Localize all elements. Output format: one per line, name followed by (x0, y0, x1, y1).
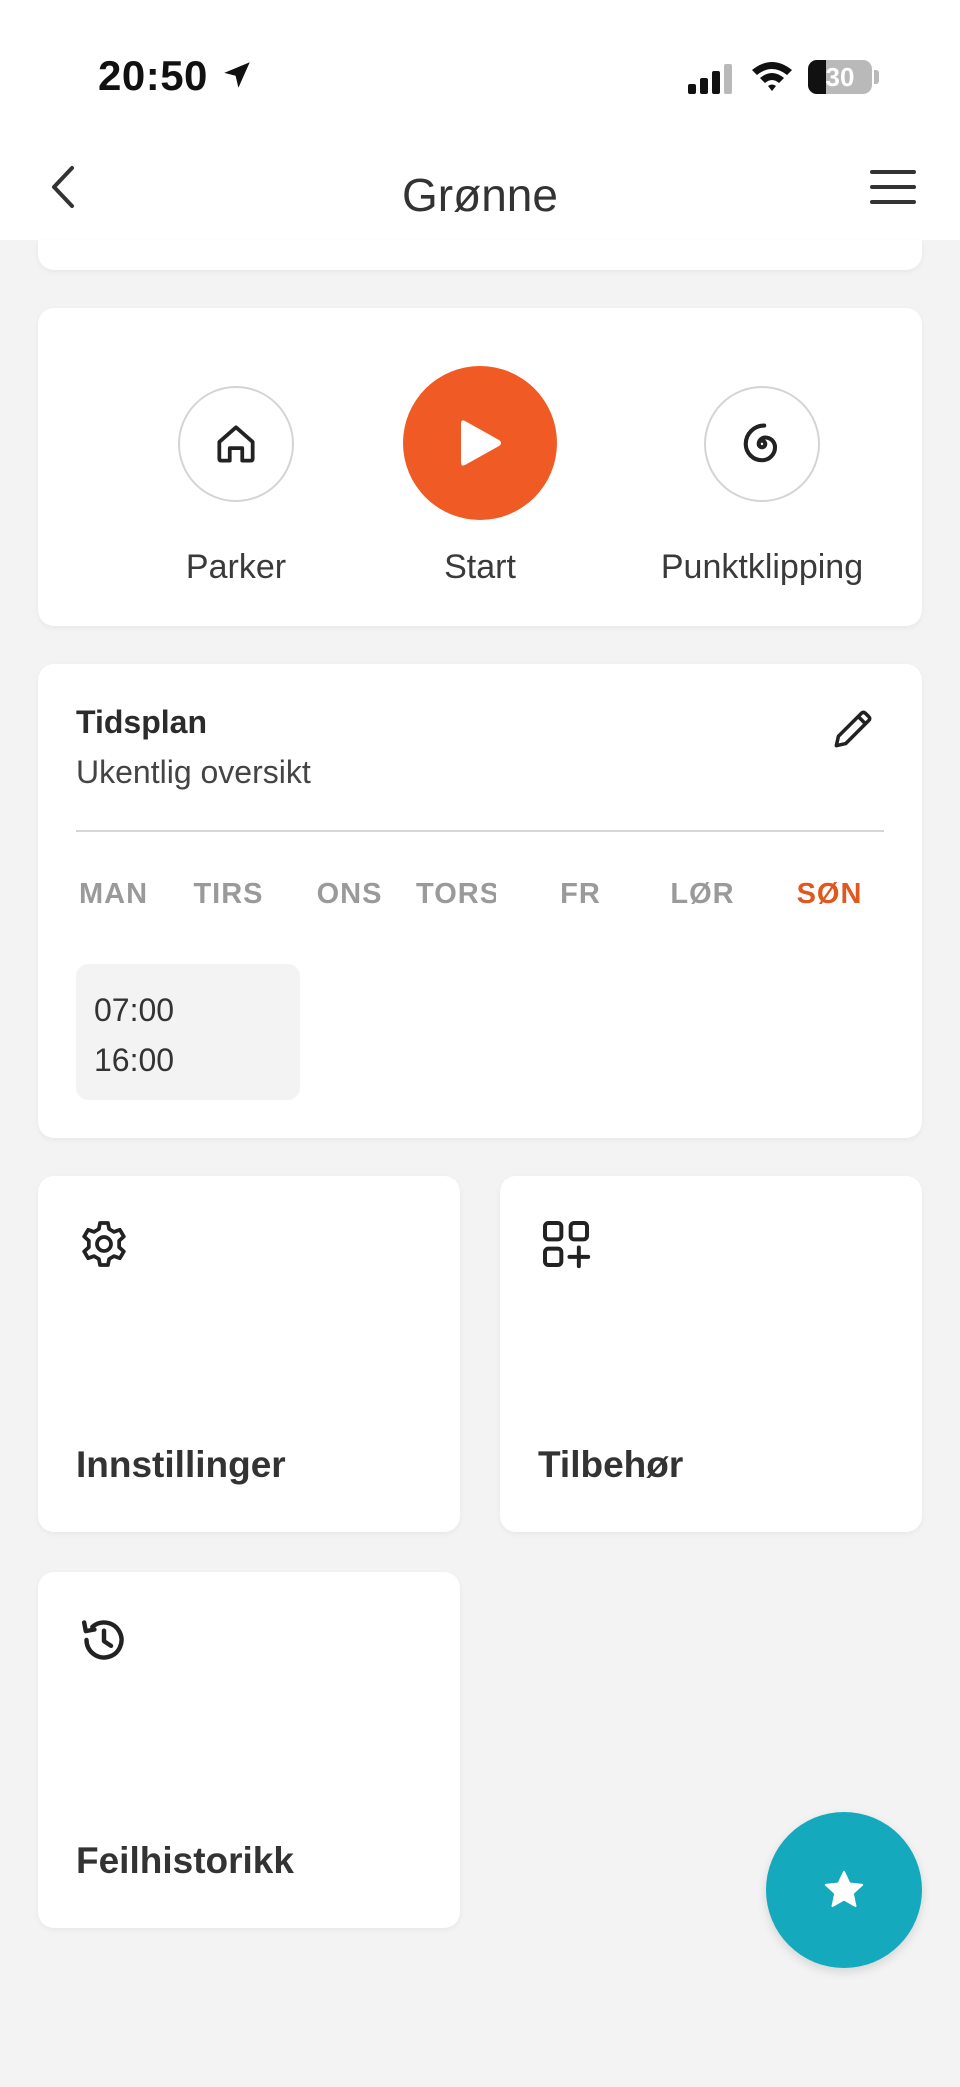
add-widget-icon (543, 1221, 591, 1269)
tab-tuesday[interactable]: TIRS (171, 878, 286, 911)
spiral-icon (743, 423, 778, 463)
status-bar: 20:50 30 (0, 0, 960, 150)
previous-card (38, 240, 922, 270)
battery-level: 30 (825, 62, 855, 92)
tab-wednesday[interactable]: ONS (292, 878, 407, 911)
schedule-title: Tidsplan (76, 704, 207, 740)
tab-sunday[interactable]: SØN (772, 878, 887, 911)
actions-card: Parker Start Punktklipping (38, 308, 922, 626)
settings-label: Innstillinger (76, 1444, 286, 1485)
time-slot[interactable]: 07:00 16:00 (76, 964, 300, 1100)
start-label: Start (444, 548, 516, 586)
spot-cutting-button[interactable] (704, 386, 820, 502)
accessories-label: Tilbehør (538, 1444, 684, 1485)
weekday-tabs: MAN TIRS ONS TORS FR LØR SØN (76, 878, 884, 938)
play-icon (461, 420, 501, 466)
tab-friday[interactable]: FR (523, 878, 638, 911)
start-button[interactable] (403, 366, 557, 520)
home-icon (217, 425, 255, 463)
status-time: 20:50 (98, 52, 208, 99)
error-history-tile[interactable]: Feilhistorikk (38, 1572, 460, 1928)
gear-icon (82, 1221, 126, 1267)
slot-end-time: 16:00 (94, 1042, 175, 1078)
favorite-fab[interactable] (766, 1812, 922, 1968)
page-title: Grønne (402, 169, 558, 221)
tab-saturday[interactable]: LØR (645, 878, 760, 911)
schedule-card[interactable]: Tidsplan Ukentlig oversikt MAN TIRS ONS … (38, 664, 922, 1138)
nav-bar: Grønne (0, 150, 960, 240)
location-arrow-icon (224, 62, 250, 88)
start-action[interactable]: Start (330, 308, 630, 626)
cellular-signal-icon (688, 64, 732, 94)
tab-thursday[interactable]: TORS (416, 878, 496, 911)
schedule-subtitle: Ukentlig oversikt (76, 754, 311, 790)
wifi-icon (752, 62, 792, 91)
menu-button[interactable] (868, 164, 918, 210)
history-icon (81, 1620, 124, 1660)
spot-cutting-label: Punktklipping (660, 548, 864, 586)
error-history-label: Feilhistorikk (76, 1840, 294, 1881)
spot-cutting-action[interactable]: Punktklipping (612, 308, 912, 626)
star-icon (824, 1870, 864, 1908)
battery-icon: 30 (808, 60, 872, 94)
slot-start-time: 07:00 (94, 992, 175, 1028)
accessories-tile[interactable]: Tilbehør (500, 1176, 922, 1532)
settings-tile[interactable]: Innstillinger (38, 1176, 460, 1532)
edit-schedule-button[interactable] (828, 704, 878, 754)
tab-monday[interactable]: MAN (56, 878, 171, 911)
park-button[interactable] (178, 386, 294, 502)
divider (76, 830, 884, 832)
